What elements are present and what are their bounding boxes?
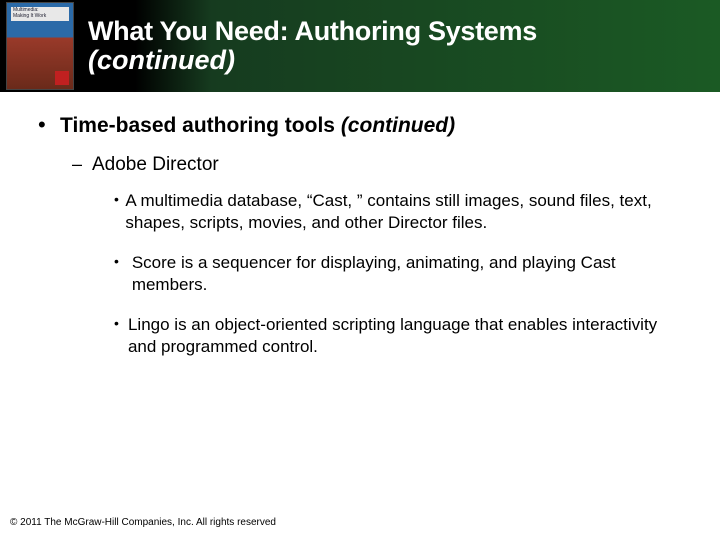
bullet-level1-text: Time-based authoring tools (continued) — [60, 114, 455, 138]
bullet-dot-icon: • — [114, 252, 132, 296]
bullet-level2: – Adobe Director — [72, 154, 690, 176]
bullet-level3-text: Lingo is an object-oriented scripting la… — [128, 314, 690, 358]
slide-content: • Time-based authoring tools (continued)… — [0, 92, 720, 387]
book-cover-image: Multimedia: Making It Work — [6, 2, 74, 90]
bullet-level2-text: Adobe Director — [92, 154, 219, 176]
bullet-level3: • A multimedia database, “Cast, ” contai… — [114, 190, 690, 234]
bullet-dash-icon: – — [72, 154, 92, 176]
bullet-dot-icon: • — [114, 190, 125, 234]
bullet-level3: • Lingo is an object-oriented scripting … — [114, 314, 690, 358]
slide-header: Multimedia: Making It Work What You Need… — [0, 0, 720, 92]
bullet-level3: • Score is a sequencer for displaying, a… — [114, 252, 690, 296]
copyright-footer: © 2011 The McGraw-Hill Companies, Inc. A… — [10, 517, 276, 528]
bullet-level1: • Time-based authoring tools (continued) — [38, 114, 690, 138]
bullet-level3-text: A multimedia database, “Cast, ” contains… — [125, 190, 690, 234]
bullet-dot-icon: • — [38, 114, 60, 138]
slide-subtitle: (continued) — [88, 45, 710, 76]
bullet-level3-text: Score is a sequencer for displaying, ani… — [132, 252, 690, 296]
slide-title: What You Need: Authoring Systems — [88, 16, 710, 47]
title-block: What You Need: Authoring Systems (contin… — [84, 0, 720, 92]
bullet-dot-icon: • — [114, 314, 128, 358]
book-cover-label: Multimedia: Making It Work — [13, 8, 46, 19]
